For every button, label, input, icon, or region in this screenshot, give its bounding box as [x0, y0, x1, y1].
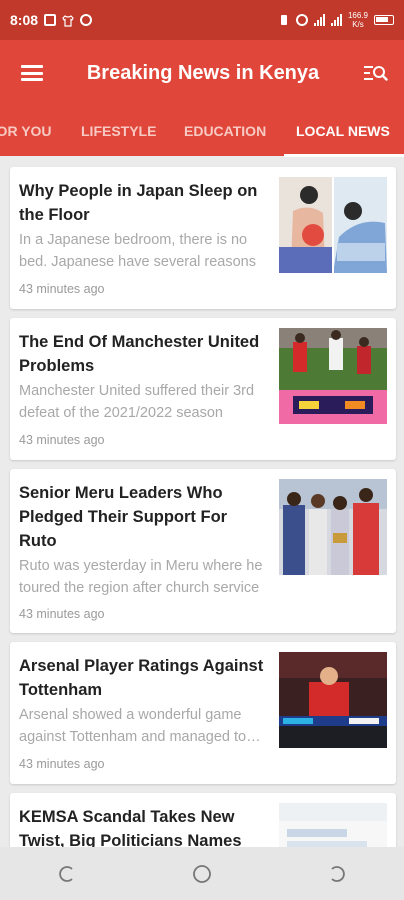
net-speed-unit: K/s: [352, 20, 364, 29]
article-excerpt: Manchester United suffered their 3rd def…: [19, 383, 255, 421]
battery-icon: [374, 15, 394, 25]
hotspot-icon: [295, 14, 308, 26]
article-title[interactable]: Senior Meru Leaders Who Pledged Their Su…: [19, 481, 269, 553]
article-thumbnail[interactable]: [279, 803, 387, 847]
article-card[interactable]: Arsenal Player Ratings Against Tottenham…: [10, 642, 396, 784]
category-tab-bar: For You Lifestyle Education Local News: [0, 106, 404, 156]
status-left: 8:08: [10, 12, 93, 28]
search-list-icon: [364, 66, 388, 81]
hamburger-menu-icon: [21, 65, 43, 81]
article-card[interactable]: Senior Meru Leaders Who Pledged Their Su…: [10, 469, 396, 633]
article-card[interactable]: KEMSA Scandal Takes New Twist, Big Polit…: [10, 793, 396, 847]
vibrate-icon: [278, 14, 290, 26]
back-icon: [331, 865, 345, 882]
home-button[interactable]: [172, 854, 232, 894]
net-speed: 166.9 K/s: [348, 11, 368, 29]
home-icon: [193, 864, 211, 883]
article-card[interactable]: The End Of Manchester United Problems Ma…: [10, 318, 396, 460]
article-title[interactable]: Why People in Japan Sleep on the Floor: [19, 179, 269, 227]
signal-icon: [330, 14, 342, 26]
article-card[interactable]: Why People in Japan Sleep on the Floor I…: [10, 167, 396, 309]
shirt-icon: [62, 14, 74, 27]
app-bar: Breaking News in Kenya: [0, 40, 404, 106]
article-title[interactable]: Arsenal Player Ratings Against Tottenham: [19, 654, 269, 702]
article-list[interactable]: Why People in Japan Sleep on the Floor I…: [0, 157, 404, 847]
net-speed-value: 166.9: [347, 11, 368, 20]
article-thumbnail[interactable]: [279, 328, 387, 424]
back-button[interactable]: [307, 854, 367, 894]
system-navigation-bar: [0, 847, 404, 900]
article-title[interactable]: The End Of Manchester United Problems: [19, 330, 269, 378]
status-time: 8:08: [10, 12, 39, 28]
article-time: 43 minutes ago: [19, 282, 105, 296]
menu-button[interactable]: [0, 40, 64, 106]
recent-apps-button[interactable]: [37, 854, 97, 894]
tab-local-news[interactable]: Local News: [296, 106, 390, 156]
article-time: 43 minutes ago: [19, 433, 105, 447]
article-time: 43 minutes ago: [19, 757, 105, 771]
facebook-icon: [44, 14, 57, 26]
app-title: Breaking News in Kenya: [86, 61, 320, 84]
article-thumbnail[interactable]: [279, 652, 387, 748]
tab-for-you[interactable]: For You: [0, 106, 52, 156]
article-excerpt: Ruto was yesterday in Meru where he tour…: [19, 558, 263, 596]
recent-apps-icon: [59, 865, 73, 882]
block-icon: [80, 14, 93, 26]
article-time: 43 minutes ago: [19, 607, 105, 621]
article-title[interactable]: KEMSA Scandal Takes New Twist, Big Polit…: [19, 805, 269, 847]
tab-education[interactable]: Education: [184, 106, 266, 156]
status-right: 166.9 K/s: [278, 11, 394, 29]
article-excerpt: In a Japanese bedroom, there is no bed. …: [19, 232, 256, 270]
article-thumbnail[interactable]: [279, 479, 387, 575]
article-thumbnail[interactable]: [279, 177, 387, 273]
search-button[interactable]: [348, 40, 404, 106]
signal-icon: [313, 14, 325, 26]
article-excerpt: Arsenal showed a wonderful game against …: [19, 707, 247, 745]
tab-lifestyle[interactable]: Lifestyle: [81, 106, 156, 156]
status-bar: 8:08 166.9 K/s: [0, 0, 404, 40]
